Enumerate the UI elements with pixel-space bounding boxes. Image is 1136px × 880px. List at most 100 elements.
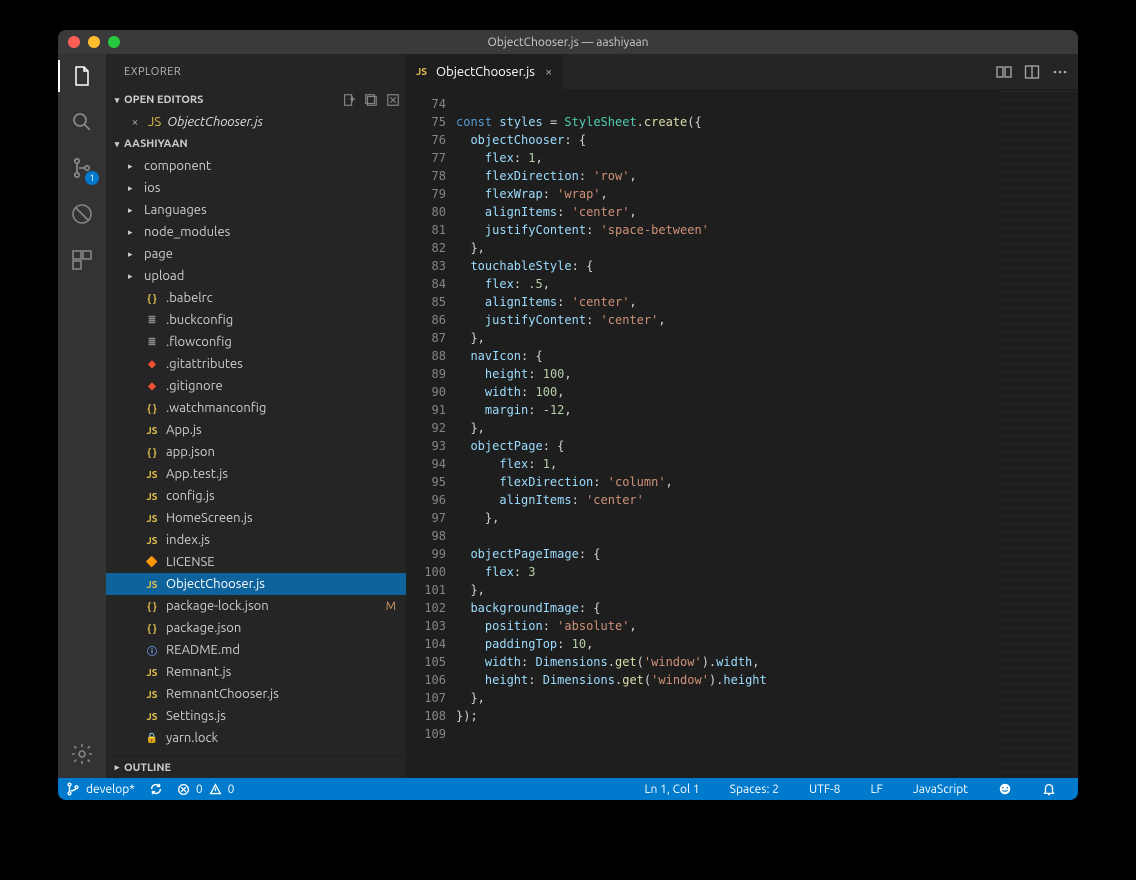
file-item[interactable]: ▸JSindex.js <box>106 529 406 551</box>
file-item[interactable]: ▸◆.gitignore <box>106 375 406 397</box>
close-all-icon[interactable] <box>386 93 400 107</box>
scm-activity-icon[interactable]: 1 <box>68 154 96 182</box>
tree-item-label: config.js <box>166 489 215 503</box>
chevron-right-icon: ▸ <box>110 762 124 773</box>
tree-item-label: README.md <box>166 643 240 657</box>
git-branch-icon <box>66 782 80 796</box>
folder-item[interactable]: ▸ ios <box>106 177 406 199</box>
split-editor-icon[interactable] <box>1024 64 1040 80</box>
editor-tab[interactable]: JS ObjectChooser.js × <box>406 54 563 89</box>
chevron-right-icon: ▸ <box>128 183 138 194</box>
settings-gear-icon[interactable] <box>68 740 96 768</box>
activity-bar: 1 <box>58 54 106 778</box>
explorer-activity-icon[interactable] <box>68 62 96 90</box>
file-item[interactable]: ▸JSRemnant.js <box>106 661 406 683</box>
outline-label: OUTLINE <box>124 762 171 774</box>
file-item[interactable]: ▸{ }package-lock.jsonM <box>106 595 406 617</box>
folder-item[interactable]: ▸page <box>106 243 406 265</box>
save-all-icon[interactable] <box>364 93 378 107</box>
file-item[interactable]: ▸≣.buckconfig <box>106 309 406 331</box>
tree-item-label: component <box>144 159 211 173</box>
text-file-icon: ≣ <box>144 334 160 350</box>
indentation-status[interactable]: Spaces: 2 <box>730 783 779 796</box>
folder-item[interactable]: ▸Languages <box>106 199 406 221</box>
encoding-status[interactable]: UTF-8 <box>809 783 840 796</box>
js-file-icon: JS <box>144 532 160 548</box>
window-title: ObjectChooser.js — aashiyaan <box>58 36 1078 49</box>
cursor-position[interactable]: Ln 1, Col 1 <box>644 783 699 796</box>
open-editor-item[interactable]: × JS ObjectChooser.js <box>106 111 406 133</box>
tree-item-label: ios <box>144 181 160 195</box>
chevron-down-icon: ▾ <box>110 95 124 106</box>
file-item[interactable]: ▸◆.gitattributes <box>106 353 406 375</box>
tree-item-label: .watchmanconfig <box>166 401 266 415</box>
file-item[interactable]: ▸JSApp.test.js <box>106 463 406 485</box>
file-item[interactable]: ▸ⓘREADME.md <box>106 639 406 661</box>
minimap[interactable] <box>998 89 1078 778</box>
file-item[interactable]: ▸🔒yarn.lock <box>106 727 406 749</box>
tree-item-label: node_modules <box>144 225 230 239</box>
tree-item-label: App.js <box>166 423 202 437</box>
chevron-down-icon: ▾ <box>110 139 124 150</box>
open-editors-header[interactable]: ▾ OPEN EDITORS <box>106 89 406 111</box>
warning-count: 0 <box>228 783 235 796</box>
git-branch-status[interactable]: develop* <box>66 782 135 796</box>
problems-status[interactable]: 0 0 <box>177 783 235 796</box>
app-window: ObjectChooser.js — aashiyaan 1 <box>58 30 1078 800</box>
file-item[interactable]: ▸JSObjectChooser.js <box>106 573 406 595</box>
folder-item[interactable]: ▸node_modules <box>106 221 406 243</box>
search-activity-icon[interactable] <box>68 108 96 136</box>
debug-activity-icon[interactable] <box>68 200 96 228</box>
file-item[interactable]: ▸JSHomeScreen.js <box>106 507 406 529</box>
tree-item-label: LICENSE <box>166 555 215 569</box>
open-editors-label: OPEN EDITORS <box>124 94 203 106</box>
git-file-icon: ◆ <box>144 378 160 394</box>
traffic-lights <box>68 36 120 48</box>
tree-item-label: Settings.js <box>166 709 226 723</box>
folder-item[interactable]: ▸ component <box>106 155 406 177</box>
line-gutter: 7475767778798081828384858687888990919293… <box>406 89 456 778</box>
file-item[interactable]: ▸JSApp.js <box>106 419 406 441</box>
sync-status[interactable] <box>149 782 163 796</box>
code-content[interactable]: const styles = StyleSheet.create({ objec… <box>456 89 998 778</box>
tree-item-label: index.js <box>166 533 210 547</box>
tree-item-label: ObjectChooser.js <box>166 577 265 591</box>
editor-actions <box>996 54 1078 89</box>
compare-icon[interactable] <box>996 64 1012 80</box>
file-item[interactable]: ▸JSRemnantChooser.js <box>106 683 406 705</box>
explorer-title: EXPLORER <box>106 54 406 89</box>
file-item[interactable]: ▸JSSettings.js <box>106 705 406 727</box>
git-file-icon: ◆ <box>144 356 160 372</box>
eol-status[interactable]: LF <box>870 783 882 796</box>
feedback-icon[interactable] <box>998 782 1012 796</box>
file-item[interactable]: ▸{ }package.json <box>106 617 406 639</box>
close-window-button[interactable] <box>68 36 80 48</box>
close-editor-icon[interactable]: × <box>128 116 142 129</box>
error-count: 0 <box>196 783 203 796</box>
file-item[interactable]: ▸{ }.watchmanconfig <box>106 397 406 419</box>
maximize-window-button[interactable] <box>108 36 120 48</box>
more-actions-icon[interactable] <box>1052 64 1068 80</box>
tree-item-label: .gitignore <box>166 379 223 393</box>
language-mode[interactable]: JavaScript <box>913 783 968 796</box>
file-item[interactable]: ▸{ }.babelrc <box>106 287 406 309</box>
folder-item[interactable]: ▸upload <box>106 265 406 287</box>
close-tab-icon[interactable]: × <box>545 65 552 79</box>
tree-item-label: Languages <box>144 203 207 217</box>
js-file-icon: JS <box>416 66 430 77</box>
editor-body[interactable]: 7475767778798081828384858687888990919293… <box>406 89 1078 778</box>
scm-badge: 1 <box>85 171 99 185</box>
outline-header[interactable]: ▸ OUTLINE <box>106 756 406 778</box>
notifications-icon[interactable] <box>1042 782 1056 796</box>
new-file-icon[interactable] <box>342 93 356 107</box>
file-item[interactable]: ▸{ }app.json <box>106 441 406 463</box>
js-file-icon: JS <box>144 686 160 702</box>
file-item[interactable]: ▸≣.flowconfig <box>106 331 406 353</box>
file-item[interactable]: ▸JSconfig.js <box>106 485 406 507</box>
file-item[interactable]: ▸🔶LICENSE <box>106 551 406 573</box>
file-tree[interactable]: ▸ component ▸ ios ▸Languages▸node_modules▸pa… <box>106 155 406 756</box>
chevron-right-icon: ▸ <box>128 161 138 172</box>
project-header[interactable]: ▾ AASHIYAAN <box>106 133 406 155</box>
extensions-activity-icon[interactable] <box>68 246 96 274</box>
minimize-window-button[interactable] <box>88 36 100 48</box>
